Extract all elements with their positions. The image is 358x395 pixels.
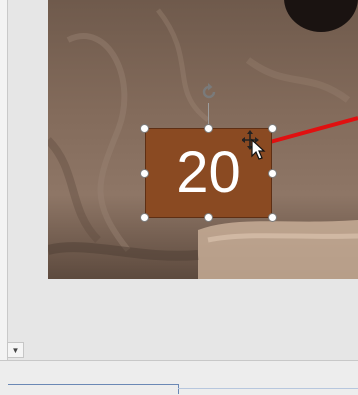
move-cursor-icon xyxy=(242,130,266,160)
resize-handle-top-left[interactable] xyxy=(140,124,149,133)
bottom-pane xyxy=(0,360,358,395)
pane-divider xyxy=(8,384,178,385)
resize-handle-top-center[interactable] xyxy=(204,124,213,133)
resize-handle-bottom-left[interactable] xyxy=(140,213,149,222)
rotate-icon[interactable] xyxy=(197,80,221,104)
chevron-down-icon: ▼ xyxy=(11,345,20,355)
callout-text[interactable]: 20 xyxy=(176,144,241,202)
resize-handle-bottom-right[interactable] xyxy=(268,213,277,222)
resize-handle-bottom-center[interactable] xyxy=(204,213,213,222)
pane-divider-vertical xyxy=(178,384,179,394)
left-panel-edge xyxy=(0,0,8,394)
scroll-down-button[interactable]: ▼ xyxy=(7,342,24,358)
resize-handle-top-right[interactable] xyxy=(268,124,277,133)
pane-divider-secondary xyxy=(178,388,358,389)
slide[interactable]: 20 xyxy=(48,0,358,279)
resize-handle-middle-left[interactable] xyxy=(140,169,149,178)
resize-handle-middle-right[interactable] xyxy=(268,169,277,178)
